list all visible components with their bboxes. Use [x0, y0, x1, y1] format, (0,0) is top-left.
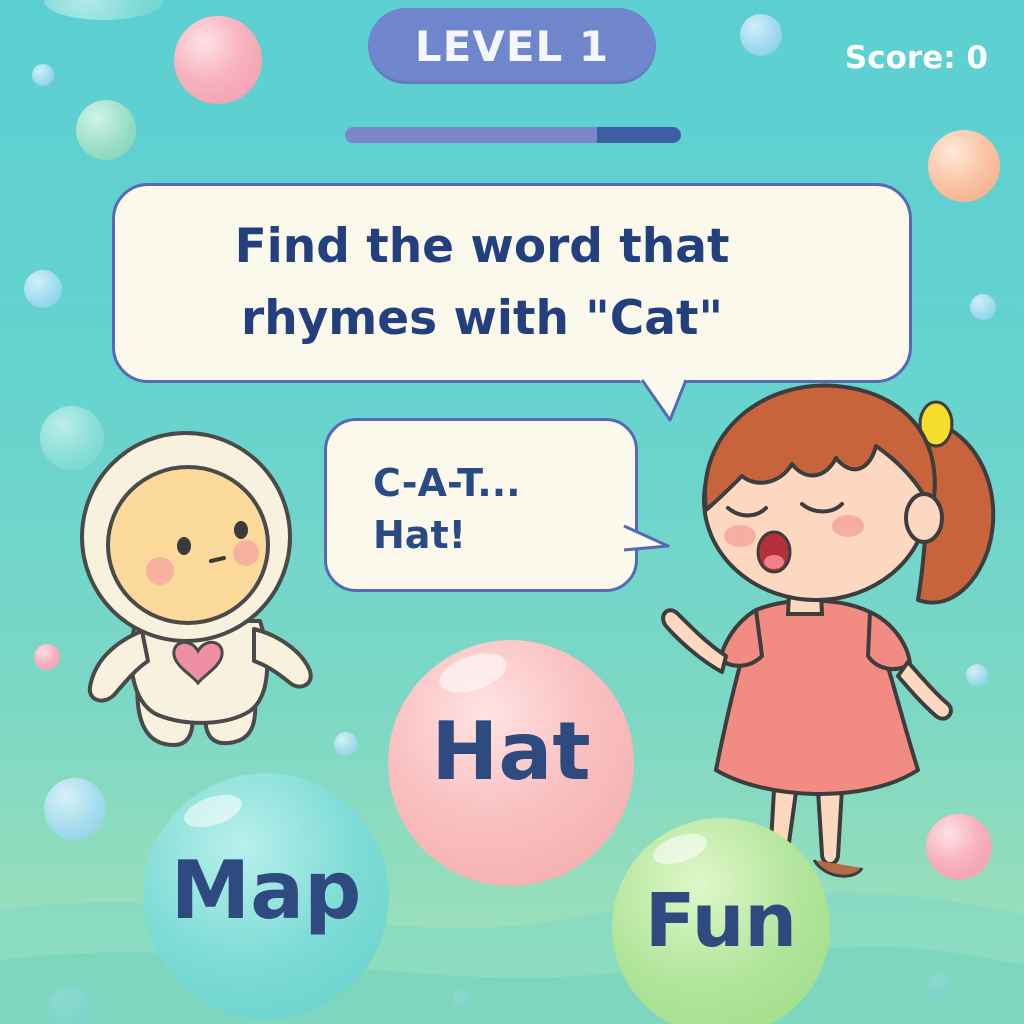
- score-display: Score: 0: [844, 40, 988, 76]
- answer-speech-bubble: C-A-T... Hat!: [324, 418, 638, 592]
- question-speech-bubble: Find the word that rhymes with "Cat": [112, 183, 912, 383]
- astronaut-buddy-character: [80, 431, 313, 747]
- game-stage: LEVEL 1 Score: 0 Find the word that rhym…: [0, 0, 1024, 1024]
- choice-word: Hat: [431, 704, 591, 798]
- level-progress-bar: [345, 127, 681, 143]
- choice-bubble-hat[interactable]: Hat: [388, 640, 634, 886]
- choice-word: Map: [170, 843, 362, 937]
- choice-word: Fun: [644, 878, 798, 964]
- progress-remaining: [597, 127, 681, 143]
- level-badge: LEVEL 1: [368, 8, 656, 84]
- choice-bubble-fun[interactable]: Fun: [612, 818, 830, 1024]
- choice-bubble-map[interactable]: Map: [143, 773, 389, 1019]
- question-text: Find the word that rhymes with "Cat": [234, 219, 730, 346]
- answer-speech-text: C-A-T... Hat!: [373, 461, 521, 557]
